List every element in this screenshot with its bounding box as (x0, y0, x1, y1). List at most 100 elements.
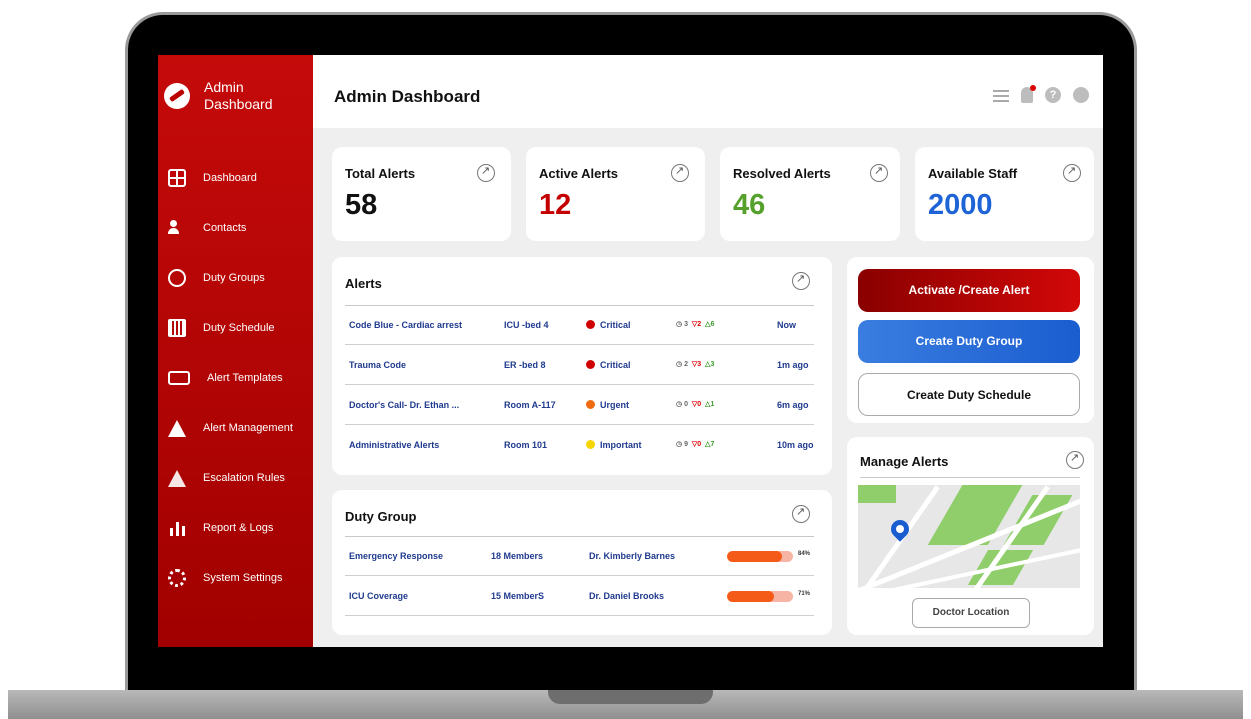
table-row[interactable]: Trauma Code ER -bed 8 Critical ◷ 2 ▽3 △3… (345, 346, 814, 385)
down-count: 3 (697, 361, 702, 368)
stat-title: Active Alerts (539, 166, 618, 181)
sidebar-item-label: Alert Templates (207, 372, 283, 384)
table-row[interactable]: Emergency Response 18 Members Dr. Kimber… (345, 537, 814, 576)
alert-time: Now (777, 320, 796, 330)
sidebar-item-escalation-rules[interactable]: Escalation Rules (168, 453, 313, 503)
sidebar-item-system-settings[interactable]: System Settings (168, 553, 313, 603)
help-icon[interactable]: ? (1045, 87, 1061, 103)
gear-icon (168, 569, 186, 587)
open-arrow-icon[interactable] (671, 164, 689, 182)
notification-bell-icon[interactable] (1021, 85, 1036, 103)
sidebar-item-duty-schedule[interactable]: Duty Schedule (168, 303, 313, 353)
sidebar-nav: Dashboard Contacts Duty Groups Duty Sche… (168, 153, 313, 603)
location-map[interactable] (858, 485, 1080, 588)
severity-dot-icon (586, 320, 595, 329)
progress-fill (727, 591, 774, 602)
sidebar-item-label: System Settings (203, 572, 283, 584)
actions-panel: Activate /Create Alert Create Duty Group… (847, 257, 1094, 423)
brand-logo-icon (164, 83, 190, 109)
progress-percent: 84% (798, 551, 811, 557)
table-row[interactable]: ICU Coverage 15 MemberS Dr. Daniel Brook… (345, 577, 814, 616)
section-title: Duty Group (345, 509, 417, 524)
sidebar-item-contacts[interactable]: Contacts (168, 203, 313, 253)
stat-card-total-alerts[interactable]: Total Alerts 58 (332, 147, 511, 241)
severity-badge: Critical (586, 360, 631, 370)
create-duty-group-button[interactable]: Create Duty Group (858, 320, 1080, 363)
alerts-panel: Alerts Code Blue - Cardiac arrest ICU -b… (332, 257, 832, 475)
header: Admin Dashboard ? (313, 55, 1103, 128)
alert-stats: ◷ 2 ▽3 △3 (676, 360, 714, 368)
sidebar-item-alert-management[interactable]: Alert Management (168, 403, 313, 453)
severity-dot-icon (586, 360, 595, 369)
stat-value: 58 (345, 189, 378, 221)
contacts-icon (168, 219, 186, 237)
clock-icon: ◷ (676, 361, 683, 368)
alert-stats: ◷ 0 ▽0 △1 (676, 400, 714, 408)
down-count: 2 (697, 321, 702, 328)
sidebar-item-duty-groups[interactable]: Duty Groups (168, 253, 313, 303)
severity-badge: Important (586, 440, 642, 450)
group-lead: Dr. Daniel Brooks (589, 591, 665, 601)
group-lead: Dr. Kimberly Barnes (589, 551, 676, 561)
open-arrow-icon[interactable] (1066, 451, 1084, 469)
avatar[interactable] (1073, 87, 1089, 103)
brand[interactable]: Admin Dashboard (164, 79, 294, 113)
severity-label: Important (600, 440, 642, 450)
stat-title: Resolved Alerts (733, 166, 831, 181)
clock-count: 2 (684, 361, 688, 368)
alert-stats: ◷ 3 ▽2 △6 (676, 320, 714, 328)
clock-icon: ◷ (676, 441, 683, 448)
alert-name: Code Blue - Cardiac arrest (349, 320, 463, 330)
table-row[interactable]: Administrative Alerts Room 101 Important… (345, 426, 814, 465)
open-arrow-icon[interactable] (792, 272, 810, 290)
activate-alert-button[interactable]: Activate /Create Alert (858, 269, 1080, 312)
create-duty-schedule-button[interactable]: Create Duty Schedule (858, 373, 1080, 416)
down-count: 0 (697, 401, 702, 408)
sidebar-item-label: Report & Logs (203, 522, 274, 534)
group-members: 18 Members (491, 551, 544, 561)
progress-bar (727, 551, 793, 562)
doctor-location-button[interactable]: Doctor Location (912, 598, 1030, 628)
group-name: ICU Coverage (349, 591, 409, 601)
sidebar-item-label: Duty Schedule (203, 322, 275, 334)
open-arrow-icon[interactable] (870, 164, 888, 182)
open-arrow-icon[interactable] (477, 164, 495, 182)
stat-card-available-staff[interactable]: Available Staff 2000 (915, 147, 1094, 241)
escalation-icon (168, 469, 186, 487)
sidebar-item-label: Escalation Rules (203, 472, 285, 484)
location-pin-icon[interactable] (887, 516, 913, 542)
severity-dot-icon (586, 400, 595, 409)
alert-name: Administrative Alerts (349, 440, 440, 450)
stat-title: Available Staff (928, 166, 1018, 181)
clock-icon: ◷ (676, 401, 683, 408)
warning-icon (168, 419, 186, 437)
open-arrow-icon[interactable] (792, 505, 810, 523)
alert-name: Trauma Code (349, 360, 407, 370)
clock-count: 0 (684, 401, 688, 408)
severity-label: Critical (600, 320, 631, 330)
alert-time: 10m ago (777, 440, 814, 450)
stat-title: Total Alerts (345, 166, 416, 181)
table-row[interactable]: Code Blue - Cardiac arrest ICU -bed 4 Cr… (345, 306, 814, 345)
sidebar-item-dashboard[interactable]: Dashboard (168, 153, 313, 203)
alert-location: ICU -bed 4 (504, 320, 549, 330)
stat-value: 2000 (928, 189, 993, 221)
sidebar-item-report-logs[interactable]: Report & Logs (168, 503, 313, 553)
table-row[interactable]: Doctor's Call- Dr. Ethan ... Room A-117 … (345, 386, 814, 425)
stat-card-resolved-alerts[interactable]: Resolved Alerts 46 (720, 147, 900, 241)
sidebar: Admin Dashboard Dashboard Contacts Duty … (158, 55, 313, 647)
stat-card-active-alerts[interactable]: Active Alerts 12 (526, 147, 705, 241)
section-title: Alerts (345, 276, 382, 291)
severity-label: Critical (600, 360, 631, 370)
sidebar-item-alert-templates[interactable]: Alert Templates (168, 353, 313, 403)
severity-badge: Urgent (586, 400, 629, 410)
alert-time: 1m ago (777, 360, 809, 370)
open-arrow-icon[interactable] (1063, 164, 1081, 182)
header-icons: ? (993, 85, 1089, 103)
manage-alerts-panel: Manage Alerts Doctor Location (847, 437, 1094, 635)
progress-bar (727, 591, 793, 602)
bar-chart-icon (168, 519, 186, 537)
calendar-icon (168, 319, 186, 337)
severity-label: Urgent (600, 400, 629, 410)
filter-sliders-icon[interactable] (993, 87, 1009, 103)
